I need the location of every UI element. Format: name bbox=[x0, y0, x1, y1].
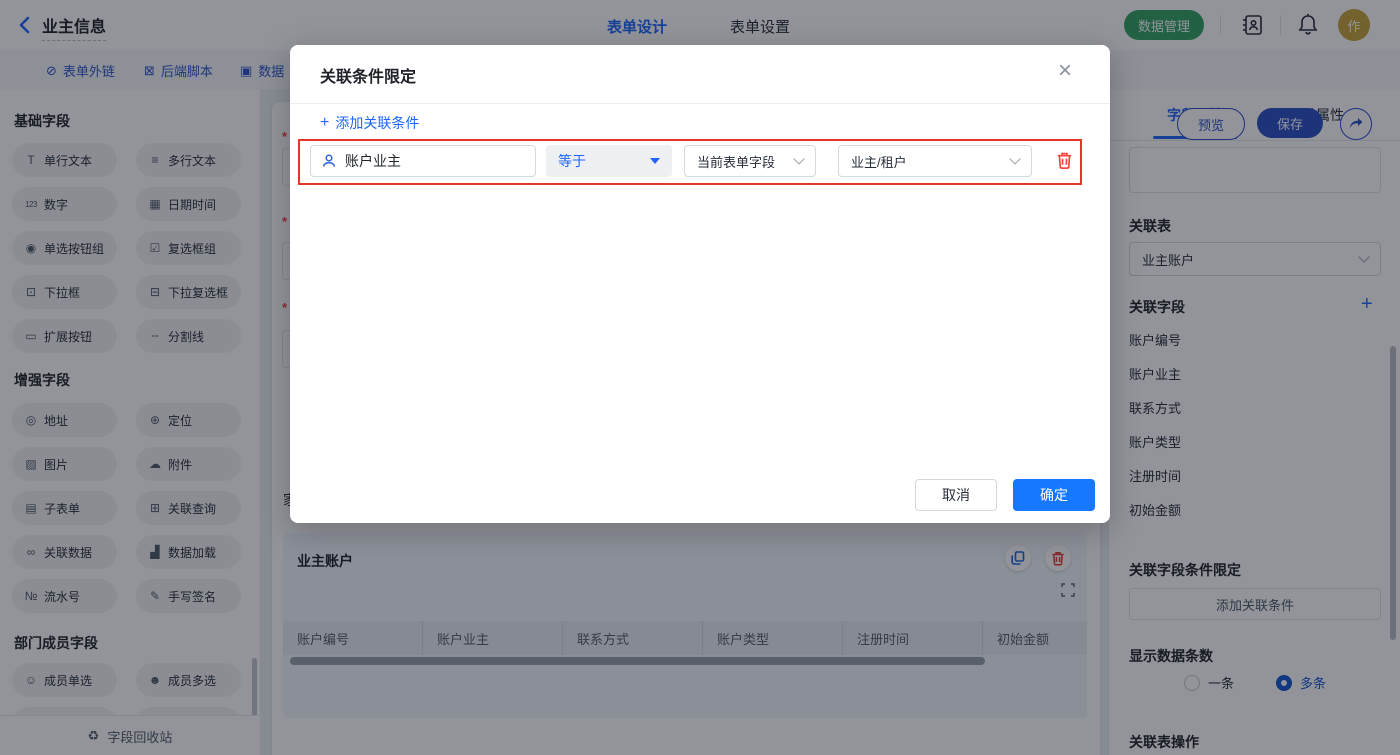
add-condition-link-label: 添加关联条件 bbox=[335, 115, 420, 131]
ok-button[interactable]: 确定 bbox=[1013, 479, 1095, 511]
operator-value: 等于 bbox=[558, 153, 586, 169]
condition-field-input[interactable]: 账户业主 bbox=[310, 145, 536, 177]
caret-down-icon bbox=[650, 158, 660, 164]
condition-field-value: 账户业主 bbox=[345, 153, 401, 169]
source-select[interactable]: 当前表单字段 bbox=[684, 145, 816, 177]
operator-select[interactable]: 等于 bbox=[546, 145, 672, 177]
modal-header-divider bbox=[290, 103, 1110, 104]
modal-title: 关联条件限定 bbox=[320, 69, 417, 86]
cancel-button[interactable]: 取消 bbox=[915, 479, 997, 511]
condition-modal: 关联条件限定 × + 添加关联条件 账户业主 等于 当前表单字段 业主/租户 取… bbox=[290, 45, 1110, 523]
target-select[interactable]: 业主/租户 bbox=[838, 145, 1032, 177]
source-value: 当前表单字段 bbox=[697, 154, 776, 170]
app-root: 业主信息 表单设计 表单设置 数据管理 作 ⊘ 表单外链 ⊠ 后端脚本 ▣ 数据… bbox=[0, 0, 1400, 755]
close-icon[interactable]: × bbox=[1058, 59, 1072, 83]
plus-icon: + bbox=[320, 114, 330, 131]
chevron-down-icon bbox=[1009, 153, 1021, 165]
target-value: 业主/租户 bbox=[851, 154, 907, 170]
chevron-down-icon bbox=[793, 153, 805, 165]
add-condition-link[interactable]: + 添加关联条件 bbox=[320, 113, 419, 133]
person-icon bbox=[321, 153, 337, 169]
delete-condition-icon[interactable] bbox=[1056, 151, 1073, 175]
